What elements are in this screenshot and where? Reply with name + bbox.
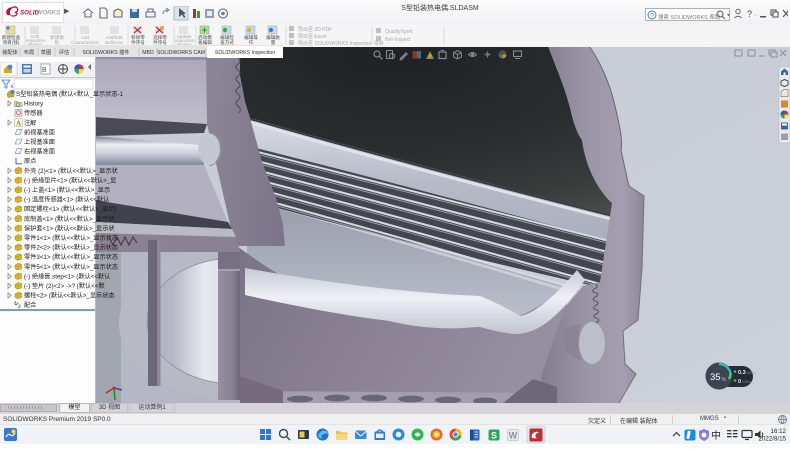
svg-text:保护套<1> (默认<<默认>_显示状: 保护套<1> (默认<<默认>_显示状 [24, 224, 115, 232]
svg-text:零件2<2> (默认<<默认>_显示状态: 零件2<2> (默认<<默认>_显示状态 [24, 244, 118, 252]
svg-text:Net-Inspect: Net-Inspect [385, 37, 411, 43]
svg-text:右视基准面: 右视基准面 [24, 148, 55, 156]
svg-text:外壳 (2)<1> (默认<<默认>_显示状: 外壳 (2)<1> (默认<<默认>_显示状 [24, 167, 119, 175]
svg-text:B: B [42, 67, 47, 74]
svg-text:MBD: MBD [142, 50, 154, 56]
svg-text:?: ? [747, 9, 752, 19]
svg-text:SOLIDWORKS 插件: SOLIDWORKS 插件 [83, 48, 130, 56]
svg-text:SOLIDWORKS CAM: SOLIDWORKS CAM [157, 50, 205, 56]
svg-text:固定螺栓<1> (默认<<默认>_显示]: 固定螺栓<1> (默认<<默认>_显示] [24, 205, 117, 213]
svg-text:(-) 上盖<1> (默认<<默认>_显示: (-) 上盖<1> (默认<<默认>_显示 [24, 186, 110, 194]
svg-text:零件3<1> (默认<<默认>_显示状态: 零件3<1> (默认<<默认>_显示状态 [24, 253, 118, 261]
svg-text:KB/s: KB/s [743, 379, 751, 384]
svg-text:W: W [509, 431, 518, 441]
svg-text:KB/s: KB/s [747, 370, 755, 375]
svg-text:导出至 2D PDF: 导出至 2D PDF [298, 26, 332, 33]
svg-text:History: History [24, 101, 44, 108]
svg-text:导出至 Excel: 导出至 Excel [298, 33, 327, 40]
svg-text:导出至 SOLIDWORKS Inspection 项目: 导出至 SOLIDWORKS Inspection 项目 [298, 40, 384, 47]
svg-text:布局: 布局 [24, 48, 34, 56]
svg-text:零件5<1> (默认<<默认>_显示状态: 零件5<1> (默认<<默认>_显示状态 [24, 263, 118, 271]
svg-text:·: · [754, 12, 756, 19]
svg-text:35: 35 [710, 372, 721, 383]
svg-text:S型铅装热电偶 (默认<默认_显示状态-1: S型铅装热电偶 (默认<默认_显示状态-1 [16, 90, 124, 98]
svg-text:装配体: 装配体 [2, 48, 18, 56]
svg-text:(-) 垫片 (2)<2> ->? (默认<<默: (-) 垫片 (2)<2> ->? (默认<<默 [24, 282, 105, 290]
svg-text:(-) 绝缘垫片<1> (默认<<默认>_显: (-) 绝缘垫片<1> (默认<<默认>_显 [24, 176, 116, 184]
svg-text:16:12: 16:12 [771, 428, 787, 435]
svg-text:2022/8/15: 2022/8/15 [758, 436, 786, 443]
svg-text:配合: 配合 [24, 301, 36, 309]
svg-text:(-) 绝缘管.step<1> (默认<<默认: (-) 绝缘管.step<1> (默认<<默认 [24, 272, 110, 280]
svg-text:%: % [722, 377, 727, 383]
svg-text:前视基准面: 前视基准面 [24, 128, 55, 136]
svg-text:底制盖<1> (默认<<默认>_显示状: 底制盖<1> (默认<<默认>_显示状 [24, 215, 115, 223]
svg-text:(-) 温度传感器<1> (默认<<默认: (-) 温度传感器<1> (默认<<默认 [24, 196, 109, 204]
svg-text:SOLIDWORKS Inspection: SOLIDWORKS Inspection [215, 50, 275, 56]
svg-text:0: 0 [738, 379, 741, 385]
svg-text:螺栓<2> (默认<<默认>_显示状态: 螺栓<2> (默认<<默认>_显示状态 [24, 292, 115, 300]
svg-text:?: ? [650, 13, 654, 20]
svg-text:传感器: 传感器 [24, 109, 43, 117]
svg-text:注解: 注解 [24, 119, 36, 127]
svg-text:QualityXpert: QualityXpert [385, 29, 413, 35]
svg-text:草图: 草图 [41, 48, 51, 56]
svg-text:S: S [491, 431, 497, 441]
svg-text:零件1<1> (默认<<默认>_显示状态: 零件1<1> (默认<<默认>_显示状态 [24, 234, 118, 242]
svg-text:0.3: 0.3 [738, 370, 746, 376]
svg-text:中: 中 [711, 429, 721, 442]
svg-text:上视基准面: 上视基准面 [24, 138, 55, 146]
svg-text:原点: 原点 [24, 157, 36, 165]
svg-text:评估: 评估 [59, 48, 69, 56]
svg-text:A: A [16, 119, 21, 127]
svg-text:WORKS: WORKS [37, 10, 62, 17]
